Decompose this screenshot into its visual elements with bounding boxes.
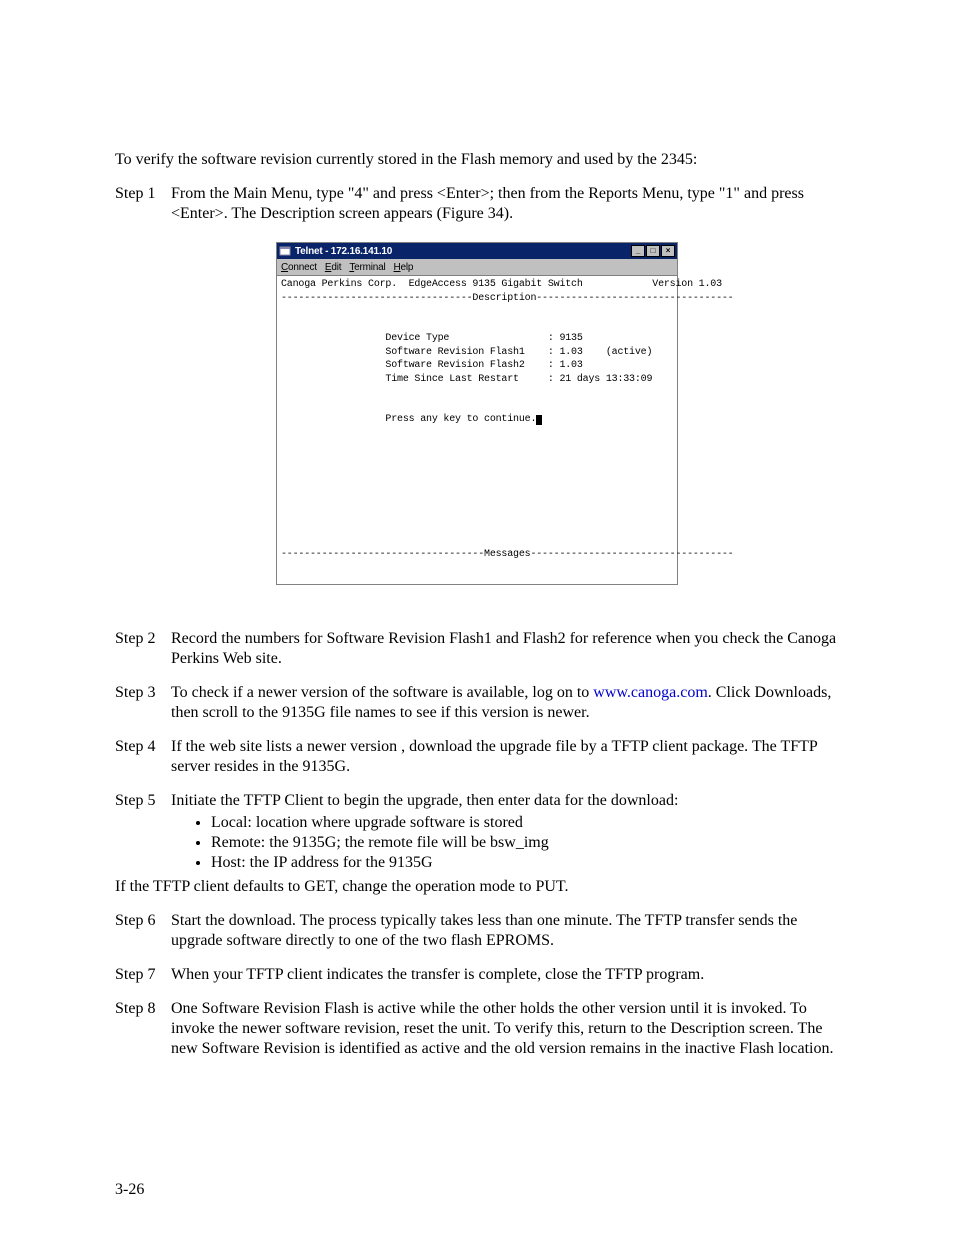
step-label: Step 3 xyxy=(115,683,171,723)
step-text: When your TFTP client indicates the tran… xyxy=(171,965,839,985)
title-bar[interactable]: Telnet - 172.16.141.10 _ □ × xyxy=(277,243,677,259)
step-5-after: If the TFTP client defaults to GET, chan… xyxy=(115,877,839,897)
step-4: Step 4 If the web site lists a newer ver… xyxy=(115,737,839,777)
step-body: When your TFTP client indicates the tran… xyxy=(171,965,839,985)
list-item: Local: location where upgrade software i… xyxy=(211,813,839,833)
step-3: Step 3 To check if a newer version of th… xyxy=(115,683,839,723)
menu-connect[interactable]: Connect xyxy=(281,262,317,273)
menu-edit[interactable]: Edit xyxy=(325,262,341,273)
menu-bar: Connect Edit Terminal Help xyxy=(277,259,677,276)
step-7: Step 7 When your TFTP client indicates t… xyxy=(115,965,839,985)
step-body: Initiate the TFTP Client to begin the up… xyxy=(171,791,839,875)
step-text: Start the download. The process typicall… xyxy=(171,911,839,951)
text-pre: To check if a newer version of the softw… xyxy=(171,684,593,701)
step-body: Record the numbers for Software Revision… xyxy=(171,629,839,669)
page: To verify the software revision currentl… xyxy=(0,0,954,1235)
step-body: Start the download. The process typicall… xyxy=(171,911,839,951)
intro-text: To verify the software revision currentl… xyxy=(115,150,839,170)
terminal-cursor xyxy=(536,415,542,425)
step-1: Step 1 From the Main Menu, type "4" and … xyxy=(115,184,839,224)
step-label: Step 4 xyxy=(115,737,171,777)
step-6: Step 6 Start the download. The process t… xyxy=(115,911,839,951)
step-body: One Software Revision Flash is active wh… xyxy=(171,999,839,1059)
step-body: To check if a newer version of the softw… xyxy=(171,683,839,723)
step-label: Step 7 xyxy=(115,965,171,985)
step-text: One Software Revision Flash is active wh… xyxy=(171,999,839,1059)
step-label: Step 1 xyxy=(115,184,171,224)
step-text: Initiate the TFTP Client to begin the up… xyxy=(171,791,839,811)
telnet-window: Telnet - 172.16.141.10 _ □ × Connect Edi… xyxy=(276,242,678,585)
terminal-area[interactable]: Canoga Perkins Corp. EdgeAccess 9135 Gig… xyxy=(277,276,677,584)
step-text: If the web site lists a newer version , … xyxy=(171,737,839,777)
page-number: 3-26 xyxy=(115,1181,144,1199)
step-label: Step 6 xyxy=(115,911,171,951)
maximize-button[interactable]: □ xyxy=(646,245,660,257)
figure-34: Telnet - 172.16.141.10 _ □ × Connect Edi… xyxy=(115,242,839,585)
menu-help[interactable]: Help xyxy=(394,262,414,273)
step-text: Record the numbers for Software Revision… xyxy=(171,629,839,669)
step-2: Step 2 Record the numbers for Software R… xyxy=(115,629,839,669)
step-label: Step 2 xyxy=(115,629,171,669)
step-text: To check if a newer version of the softw… xyxy=(171,683,839,723)
step-label: Step 5 xyxy=(115,791,171,875)
step-5: Step 5 Initiate the TFTP Client to begin… xyxy=(115,791,839,875)
list-item: Host: the IP address for the 9135G xyxy=(211,853,839,873)
step-body: If the web site lists a newer version , … xyxy=(171,737,839,777)
step-5-bullets: Local: location where upgrade software i… xyxy=(171,813,839,873)
minimize-button[interactable]: _ xyxy=(631,245,645,257)
step-body: From the Main Menu, type "4" and press <… xyxy=(171,184,839,224)
canoga-link[interactable]: www.canoga.com xyxy=(593,684,707,701)
step-label: Step 8 xyxy=(115,999,171,1059)
close-button[interactable]: × xyxy=(661,245,675,257)
list-item: Remote: the 9135G; the remote file will … xyxy=(211,833,839,853)
menu-terminal[interactable]: Terminal xyxy=(349,262,385,273)
telnet-app-icon xyxy=(279,245,291,257)
window-buttons: _ □ × xyxy=(631,245,675,257)
step-text: From the Main Menu, type "4" and press <… xyxy=(171,184,839,224)
window-title: Telnet - 172.16.141.10 xyxy=(295,246,631,257)
step-8: Step 8 One Software Revision Flash is ac… xyxy=(115,999,839,1059)
